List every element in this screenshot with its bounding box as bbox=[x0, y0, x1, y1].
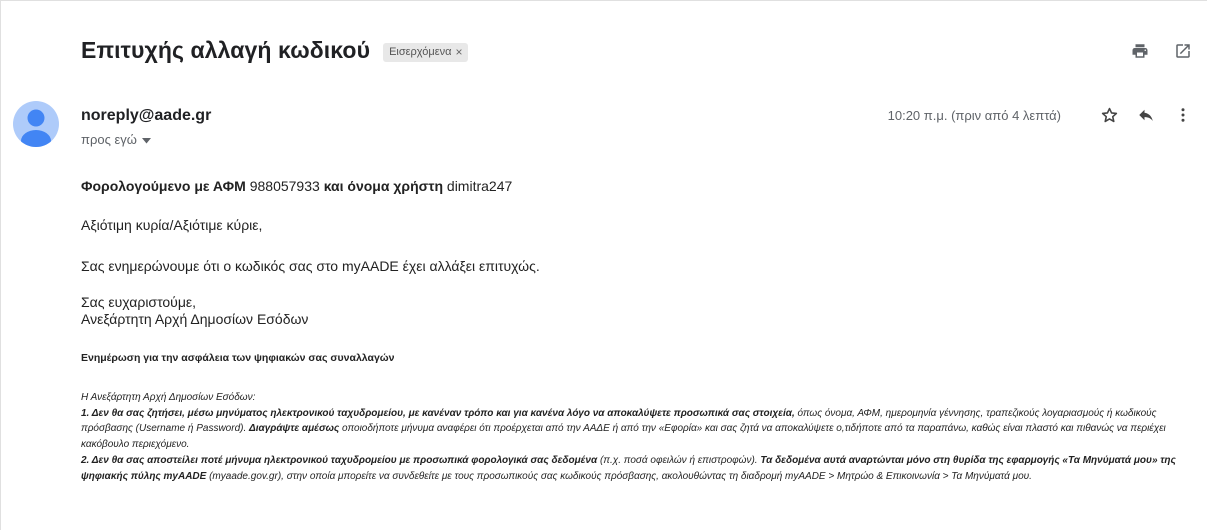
recipient-line[interactable]: προς εγώ bbox=[81, 132, 151, 147]
inbox-label-text: Εισερχόμενα bbox=[389, 45, 452, 58]
taxpayer-afm: 988057933 bbox=[245, 178, 324, 194]
email-subject: Επιτυχής αλλαγή κωδικού bbox=[81, 37, 371, 63]
signature-line: Ανεξάρτητη Αρχή Δημοσίων Εσόδων bbox=[81, 311, 309, 327]
notice-item-1: 1. Δεν θα σας ζητήσει, μέσω μηνύματος ηλ… bbox=[81, 406, 1199, 453]
security-notice-title: Ενημέρωση για την ασφάλεια των ψηφιακών … bbox=[81, 352, 395, 364]
thread-actions bbox=[1130, 41, 1193, 61]
greeting: Αξιότιμη κυρία/Αξιότιμε κύριε, bbox=[81, 217, 263, 233]
caret-down-icon[interactable] bbox=[141, 132, 151, 147]
taxpayer-line: Φορολογούμενο με ΑΦΜ 988057933 και όνομα… bbox=[81, 177, 1199, 195]
person-avatar-icon[interactable] bbox=[13, 101, 59, 147]
recipient-text: προς εγώ bbox=[81, 132, 137, 147]
message-meta: 10:20 π.μ. (πριν από 4 λεπτά) bbox=[888, 105, 1193, 125]
message-body: Φορολογούμενο με ΑΦΜ 988057933 και όνομα… bbox=[81, 177, 1199, 482]
notice-item-1-bold: 1. Δεν θα σας ζητήσει, μέσω μηνύματος ηλ… bbox=[81, 407, 795, 419]
email-view: Επιτυχής αλλαγή κωδικού Εισερχόμενα × no… bbox=[0, 0, 1207, 530]
reply-icon[interactable] bbox=[1136, 105, 1156, 125]
remove-label-button[interactable]: × bbox=[456, 45, 463, 59]
notice-intro: Η Ανεξάρτητη Αρχή Δημοσίων Εσόδων: bbox=[81, 392, 256, 403]
notice-item-2: 2. Δεν θα σας αποστείλει ποτέ μήνυμα ηλε… bbox=[81, 453, 1199, 484]
username-label: και όνομα χρήστη bbox=[323, 178, 444, 194]
username-value: dimitra247 bbox=[443, 178, 513, 194]
more-vert-icon[interactable] bbox=[1173, 105, 1193, 125]
notice-item-2-text: (π.χ. ποσά οφειλών ή επιστροφών). bbox=[597, 454, 761, 466]
notice-item-1-bold2: Διαγράψτε αμέσως bbox=[249, 423, 340, 435]
taxpayer-label: Φορολογούμενο με ΑΦΜ bbox=[81, 178, 246, 194]
sender-address[interactable]: noreply@aade.gr bbox=[81, 107, 211, 125]
signature-block: Σας ευχαριστούμε, Ανεξάρτητη Αρχή Δημοσί… bbox=[81, 294, 308, 328]
subject-row: Επιτυχής αλλαγή κωδικού Εισερχόμενα × bbox=[81, 37, 468, 64]
security-notice: Η Ανεξάρτητη Αρχή Δημοσίων Εσόδων: 1. Δε… bbox=[81, 390, 1199, 484]
thanks-line: Σας ευχαριστούμε, bbox=[81, 294, 197, 310]
inbox-label-chip[interactable]: Εισερχόμενα × bbox=[383, 42, 468, 62]
star-icon[interactable] bbox=[1099, 105, 1119, 125]
info-paragraph: Σας ενημερώνουμε ότι ο κωδικός σας στο m… bbox=[81, 258, 540, 274]
message-timestamp: 10:20 π.μ. (πριν από 4 λεπτά) bbox=[887, 107, 1061, 123]
notice-item-2-text2: (myaade.gov.gr), στην οποία μπορείτε να … bbox=[206, 470, 1032, 482]
notice-item-2-bold: 2. Δεν θα σας αποστείλει ποτέ μήνυμα ηλε… bbox=[81, 454, 598, 466]
open-in-new-window-icon[interactable] bbox=[1173, 41, 1193, 61]
print-icon[interactable] bbox=[1130, 41, 1150, 61]
